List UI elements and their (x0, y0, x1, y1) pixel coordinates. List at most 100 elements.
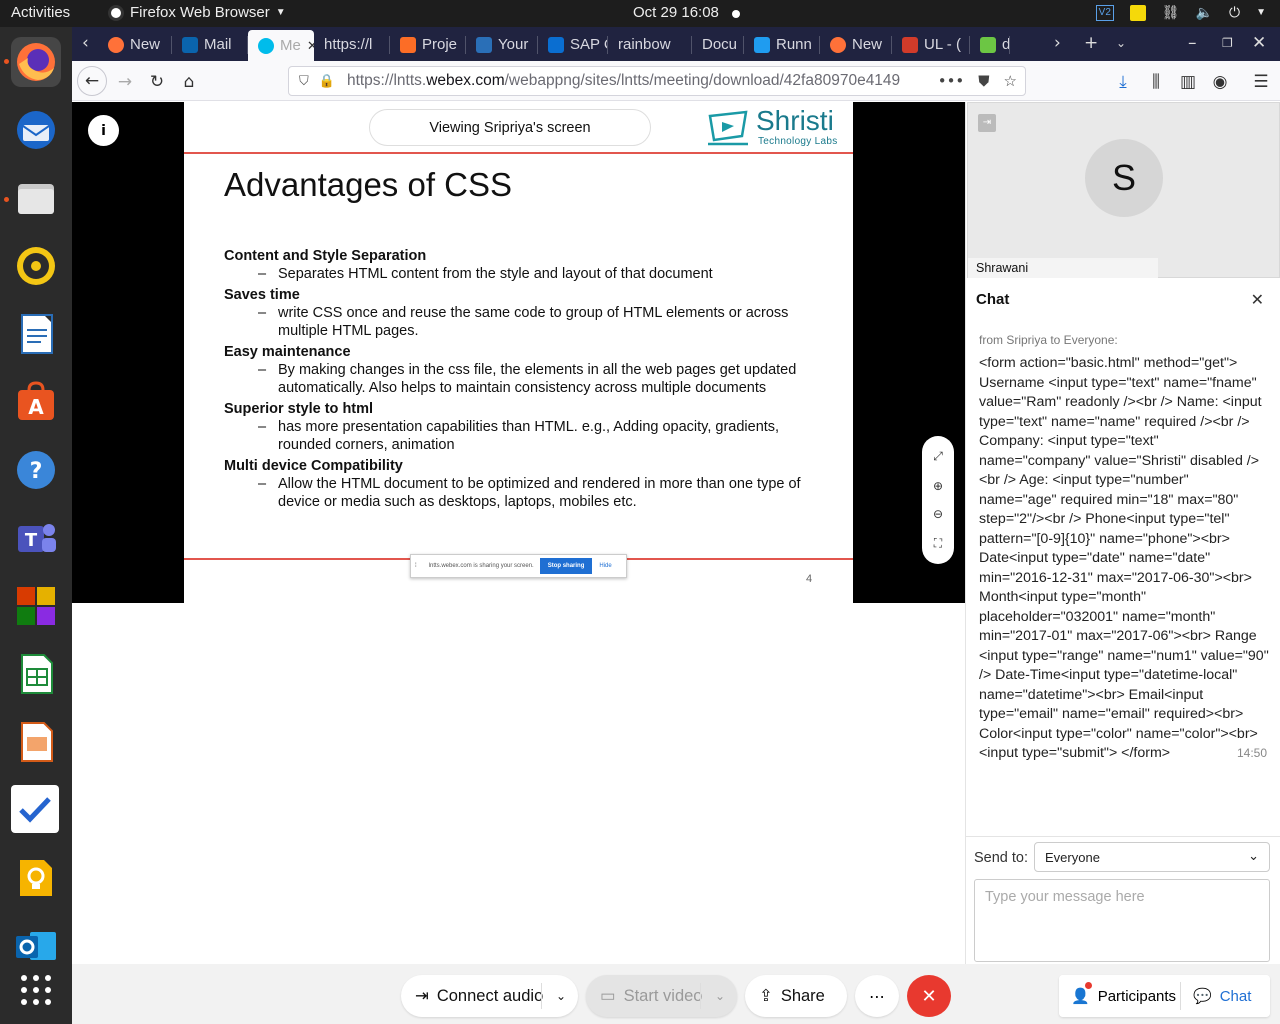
send-to-select[interactable]: Everyone ⌄ (1034, 842, 1270, 872)
browser-tab[interactable]: Me ✕ (248, 30, 314, 61)
svg-text:T: T (25, 530, 38, 551)
browser-nav-bar: ← → ↻ ⌂ ⛉ 🔒 https://lntts.webex.com/weba… (72, 61, 1280, 101)
close-chat-icon[interactable]: ✕ (1251, 290, 1264, 309)
participants-button[interactable]: 👤 Participants (1059, 975, 1179, 1017)
ul-icon (902, 36, 918, 53)
browser-tab[interactable]: SAP C (538, 30, 608, 59)
vscode-tray-icon[interactable]: V2 (1095, 4, 1114, 21)
power-icon[interactable]: ⏻ (1229, 4, 1240, 21)
keep-dock-icon[interactable] (11, 853, 61, 903)
pocket-icon[interactable]: ⛊ (978, 72, 989, 90)
shared-screen-stage: i Viewing Sripriya's screen Shristi Tech… (72, 102, 965, 603)
chat-button[interactable]: 💬 Chat (1181, 975, 1270, 1017)
start-video-button[interactable]: ▭ Start video ⌄ (586, 975, 737, 1017)
help-dock-icon[interactable]: ? (11, 445, 61, 495)
network-icon[interactable]: ⛓ (1162, 4, 1180, 21)
scroll-tabs-left-icon[interactable]: ‹ (82, 33, 89, 53)
viewing-banner: Viewing Sripriya's screen (369, 109, 651, 146)
app-menu[interactable]: Firefox Web Browser ▼ (108, 4, 286, 21)
connect-audio-button[interactable]: ⇥ Connect audio ⌄ (401, 975, 578, 1017)
leave-meeting-button[interactable]: ✕ (907, 975, 951, 1017)
expand-icon[interactable]: ⤢ (933, 449, 943, 464)
url-bar[interactable]: ⛉ 🔒 https://lntts.webex.com/webappng/sit… (288, 66, 1026, 96)
rhythmbox-dock-icon[interactable] (11, 241, 61, 291)
browser-tab[interactable]: Runn (744, 30, 820, 59)
send-to-label: Send to: (974, 850, 1029, 866)
back-button[interactable]: ← (77, 66, 107, 96)
thunderbird-dock-icon[interactable] (11, 105, 61, 155)
chevron-down-icon[interactable]: ▼ (1256, 7, 1266, 18)
software-store-dock-icon[interactable]: A (11, 377, 61, 427)
impress-dock-icon[interactable] (11, 717, 61, 767)
info-icon[interactable]: i (88, 115, 119, 146)
notes-tray-icon[interactable] (1129, 4, 1146, 21)
lock-icon[interactable]: 🔒 (319, 74, 335, 89)
list-all-tabs-icon[interactable]: ⌄ (1116, 36, 1126, 50)
browser-tab[interactable]: rainbow (608, 30, 692, 59)
minimize-icon[interactable]: – (1188, 33, 1197, 53)
close-window-icon[interactable]: ✕ (1252, 33, 1266, 53)
start-video-label: Start video (623, 986, 703, 1005)
forward-button[interactable]: → (111, 68, 139, 96)
participant-name: Shrawani (968, 258, 1158, 278)
teams-dock-icon[interactable]: T (11, 513, 61, 563)
downloads-icon[interactable]: ⤓ (1109, 68, 1137, 96)
home-button[interactable]: ⌂ (175, 68, 203, 96)
chevron-down-icon[interactable]: ⌄ (556, 989, 566, 1003)
collapse-panel-icon[interactable]: ⇥ (978, 114, 996, 132)
message-input[interactable]: Type your message here (974, 879, 1270, 962)
browser-tab[interactable]: https://l (314, 30, 390, 59)
activities-button[interactable]: Activities (11, 4, 70, 21)
restore-icon[interactable]: ❐ (1222, 36, 1233, 50)
scroll-tabs-right-icon[interactable]: › (1054, 33, 1061, 53)
browser-tab[interactable]: Proje (390, 30, 466, 59)
browser-tab[interactable]: Mail (172, 30, 248, 59)
url-text[interactable]: https://lntts.webex.com/webappng/sites/l… (347, 72, 937, 90)
browser-tab[interactable]: UL - ( (892, 30, 970, 59)
zoom-out-icon[interactable]: ⊖ (933, 507, 943, 521)
account-icon[interactable]: ◉ (1206, 68, 1234, 96)
todo-dock-icon[interactable] (11, 785, 59, 833)
browser-tab[interactable]: Your (466, 30, 538, 59)
library-icon[interactable]: ⫼ (1142, 68, 1170, 96)
outlook-dock-icon[interactable] (11, 921, 61, 971)
share-button[interactable]: ⇪ Share (745, 975, 847, 1017)
browser-tab[interactable]: Docu (692, 30, 744, 59)
apps-grid-dock-icon[interactable] (11, 581, 61, 631)
menu-icon[interactable]: ☰ (1247, 68, 1275, 96)
drag-handle-icon[interactable]: ⁞ (415, 563, 417, 569)
writer-dock-icon[interactable] (11, 309, 61, 359)
close-tab-icon[interactable]: ✕ (307, 38, 314, 54)
zoom-in-icon[interactable]: ⊕ (933, 479, 943, 493)
browser-tab[interactable]: New (98, 30, 172, 59)
slide-section-heading: Superior style to html (224, 401, 374, 417)
page-actions-icon[interactable]: ••• (938, 72, 965, 90)
shristi-logo-icon (708, 110, 748, 146)
hide-share-bar-button[interactable]: Hide (599, 563, 611, 569)
files-dock-icon[interactable] (11, 173, 61, 223)
fit-screen-icon[interactable]: ⛶ (934, 536, 942, 551)
chat-sender: from Sripriya to Everyone: (979, 333, 1118, 347)
volume-icon[interactable]: 🔈 (1196, 4, 1213, 21)
system-tray[interactable]: V2 ⛓ 🔈 ⏻ ▼ (1095, 4, 1266, 21)
reload-button[interactable]: ↻ (143, 68, 171, 96)
show-apps-icon[interactable] (11, 965, 61, 1015)
chevron-down-icon[interactable]: ⌄ (715, 989, 725, 1003)
browser-tab[interactable]: New (820, 30, 892, 59)
calc-dock-icon[interactable] (11, 649, 61, 699)
tab-label: Runn (776, 36, 812, 53)
caret-down-icon: ▼ (275, 7, 286, 18)
new-tab-icon[interactable]: + (1084, 33, 1098, 53)
chat-bubble-icon: 💬 (1193, 988, 1212, 1005)
chat-compose: Send to: Everyone ⌄ Type your message he… (966, 836, 1280, 964)
chevron-down-icon: ⌄ (1248, 848, 1259, 863)
bookmark-star-icon[interactable]: ☆ (1004, 72, 1017, 90)
tab-label: SAP C (570, 36, 608, 53)
stop-sharing-button[interactable]: Stop sharing (539, 558, 593, 574)
sidebar-icon[interactable]: ▥ (1174, 68, 1202, 96)
shield-icon[interactable]: ⛉ (299, 74, 309, 89)
clock[interactable]: Oct 29 16:08 (633, 4, 719, 21)
more-options-button[interactable]: ⋯ (855, 975, 899, 1017)
firefox-dock-icon[interactable] (11, 37, 61, 87)
browser-tab[interactable]: d (970, 30, 1010, 59)
